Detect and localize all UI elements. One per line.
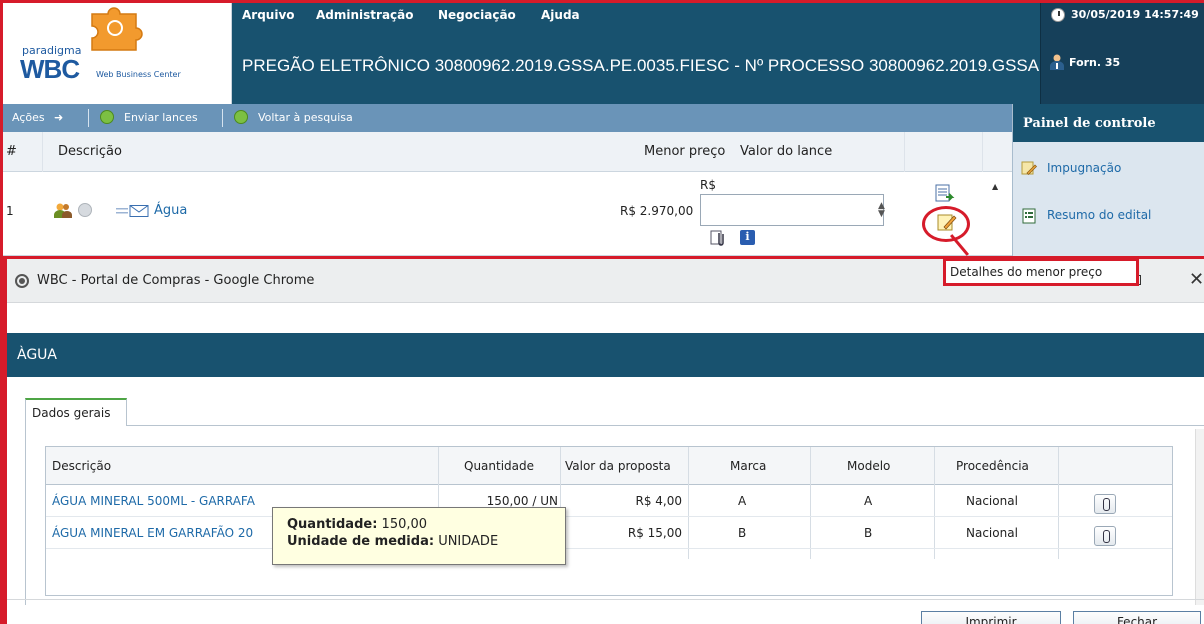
scrollbar[interactable]	[1195, 429, 1204, 605]
session-info: 30/05/2019 14:57:49 Forn. 35	[1040, 0, 1204, 104]
close-button[interactable]: Fechar	[1073, 611, 1201, 624]
clock-datetime: 30/05/2019 14:57:49	[1071, 8, 1199, 21]
page-title: PREGÃO ELETRÔNICO 30800962.2019.GSSA.PE.…	[232, 44, 1040, 104]
control-panel-title: Painel de controle	[1013, 104, 1204, 142]
attachment-button[interactable]	[1094, 526, 1116, 546]
print-button[interactable]: Imprimir	[921, 611, 1061, 624]
close-icon[interactable]: ✕	[1189, 269, 1204, 290]
send-bids-button[interactable]: Enviar lances	[124, 111, 198, 124]
arrow-right-icon: ➜	[54, 111, 64, 124]
popup-heading: ÀGUA	[7, 333, 1204, 377]
row-num: 1	[6, 204, 14, 218]
chrome-icon	[15, 274, 29, 288]
proposal-table-header: Descrição Quantidade Valor da proposta M…	[46, 447, 1172, 485]
col-lowest-price: Menor preço	[644, 144, 726, 159]
col-bid-value: Valor do lance	[740, 144, 833, 159]
col-num: #	[6, 144, 17, 159]
panel-item-resumo-edital[interactable]: Resumo do edital	[1047, 208, 1151, 222]
tab-dados-gerais[interactable]: Dados gerais	[25, 398, 127, 426]
tooltip-unit-label: Unidade de medida:	[287, 534, 435, 549]
user-icon	[1050, 54, 1064, 70]
users-icon	[54, 203, 72, 218]
item-value: R$ 15,00	[627, 526, 682, 540]
table-row: 1 Água R$ 2.970,00 R$ ▲ ▼ i	[0, 172, 1012, 256]
col-valor-proposta: Valor da proposta	[565, 459, 671, 473]
puzzle-logo-icon	[91, 7, 143, 51]
actions-menu[interactable]: Ações	[12, 111, 45, 124]
panel-item-impugnacao[interactable]: Impugnação	[1047, 161, 1121, 175]
lowest-price-value: R$ 2.970,00	[620, 204, 694, 218]
logo-subtitle: Web Business Center	[96, 70, 181, 79]
quantity-tooltip: Quantidade: 150,00 Unidade de medida: UN…	[272, 507, 566, 565]
menu-negociacao[interactable]: Negociação	[438, 8, 516, 22]
status-circle-icon	[78, 203, 92, 217]
item-brand: A	[738, 494, 747, 508]
logo-brand: WBC	[20, 54, 80, 84]
actions-toolbar: Ações ➜ Enviar lances Voltar à pesquisa	[0, 104, 1012, 132]
back-arrow-icon	[234, 110, 248, 124]
menu-ajuda[interactable]: Ajuda	[541, 8, 580, 22]
info-icon[interactable]: i	[740, 230, 755, 245]
document-clip-icon[interactable]	[710, 230, 724, 246]
scroll-up-arrow-icon[interactable]: ▲	[992, 182, 998, 191]
tab-divider	[127, 425, 1204, 426]
item-value: R$ 4,00	[635, 494, 682, 508]
edit-note-icon	[1021, 161, 1037, 175]
bid-value-input[interactable]	[700, 194, 884, 226]
col-procedencia: Procedência	[956, 459, 1029, 473]
annotation-callout: Detalhes do menor preço	[943, 258, 1139, 286]
clock-icon	[1051, 8, 1065, 22]
item-model: A	[864, 494, 873, 508]
table-row: ÁGUA MINERAL EM GARRAFÃO 20 R$ 15,00 B B…	[46, 517, 1172, 549]
col-quantidade: Quantidade	[464, 459, 535, 473]
back-to-search-button[interactable]: Voltar à pesquisa	[258, 111, 353, 124]
col-marca: Marca	[730, 459, 767, 473]
menu-arquivo[interactable]: Arquivo	[242, 8, 295, 22]
col-descricao: Descrição	[52, 459, 112, 473]
supplier-label[interactable]: Forn. 35	[1069, 56, 1120, 69]
toolbar-divider	[222, 109, 223, 127]
col-description: Descrição	[58, 144, 122, 159]
annotation-circle	[922, 206, 970, 242]
col-modelo: Modelo	[847, 459, 891, 473]
proposal-items-table: Descrição Quantidade Valor da proposta M…	[45, 446, 1173, 596]
item-description-link[interactable]: Água	[154, 203, 187, 218]
document-summary-icon	[1022, 208, 1036, 224]
tooltip-qty-label: Quantidade:	[287, 517, 378, 532]
list-arrow-icon[interactable]	[934, 184, 956, 204]
attachment-button[interactable]	[1094, 494, 1116, 514]
table-row: ÁGUA MINERAL 500ML - GARRAFA 150,00 / UN…	[46, 485, 1172, 517]
popup-window: WBC - Portal de Compras - Google Chrome …	[2, 256, 1204, 624]
control-panel: Painel de controle Impugnação Resumo do …	[1012, 104, 1204, 264]
item-model: B	[864, 526, 873, 540]
footer-divider	[7, 599, 1204, 600]
item-origin: Nacional	[966, 494, 1018, 508]
tooltip-qty-value: 150,00	[381, 517, 428, 532]
toolbar-divider	[88, 109, 89, 127]
item-description-link[interactable]: ÁGUA MINERAL EM GARRAFÃO 20	[52, 526, 253, 540]
menu-administracao[interactable]: Administração	[316, 8, 414, 22]
logo[interactable]: paradigma WBC Web Business Center	[0, 0, 232, 104]
item-description-link[interactable]: ÁGUA MINERAL 500ML - GARRAFA	[52, 494, 255, 508]
tooltip-unit-value: UNIDADE	[438, 534, 499, 549]
item-quantity: 150,00 / UN	[486, 494, 558, 508]
currency-label: R$	[700, 178, 716, 192]
check-icon	[100, 110, 114, 124]
tab-border	[25, 425, 26, 605]
mail-icon[interactable]	[116, 205, 150, 217]
popup-window-title: WBC - Portal de Compras - Google Chrome	[37, 273, 315, 288]
item-brand: B	[738, 526, 747, 540]
item-origin: Nacional	[966, 526, 1018, 540]
items-table-header: # Descrição Menor preço Valor do lance	[0, 132, 1012, 172]
